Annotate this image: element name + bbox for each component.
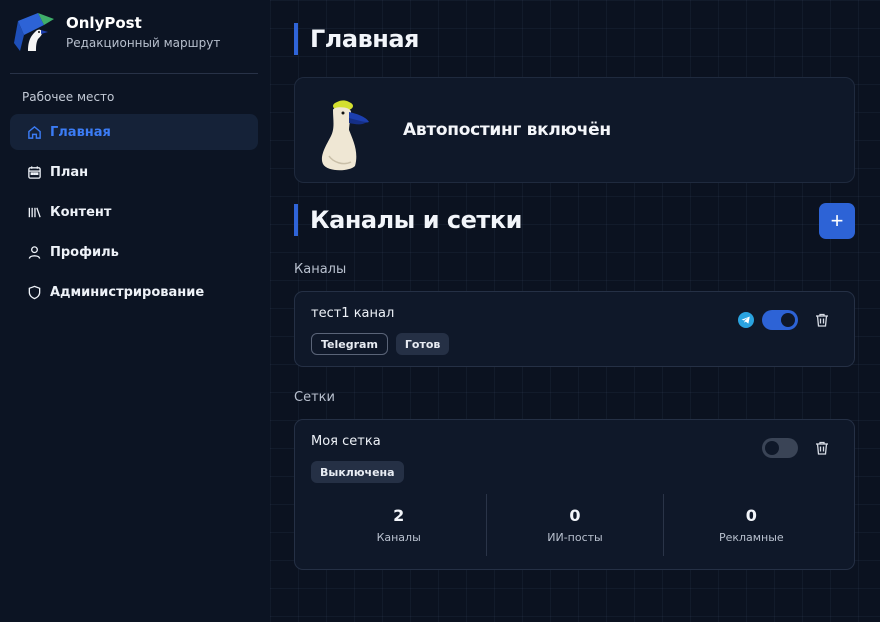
add-channel-button[interactable]: + [819,203,855,239]
sidebar-item-profile[interactable]: Профиль [10,234,258,270]
stat-label: ИИ-посты [547,531,603,544]
sidebar-item-label: План [50,164,89,180]
network-name: Моя сетка [311,434,381,449]
brand[interactable]: OnlyPost Редакционный маршрут [14,13,220,53]
sidebar-nav: Главная План Контент Профиль Администрир… [10,114,258,314]
workspace-label: Рабочее место [22,90,115,104]
stat-channels: 2 Каналы [311,494,488,556]
channel-toggle[interactable] [762,310,798,330]
stat-label: Рекламные [718,531,784,544]
sidebar-item-content[interactable]: Контент [10,194,258,230]
shield-icon [26,284,42,300]
section-title: Каналы и сетки [294,204,522,236]
trash-icon[interactable] [814,440,830,456]
stat-ai-posts: 0 ИИ-посты [487,494,664,556]
network-card[interactable]: Моя сетка Выключена 2 Каналы 0 ИИ-посты … [294,419,855,570]
channels-label: Каналы [294,262,347,277]
sidebar-item-label: Профиль [50,244,119,260]
stat-ads: 0 Рекламные [664,494,839,556]
channel-badges: Telegram Готов [311,333,450,355]
home-icon [26,124,42,140]
sidebar-item-admin[interactable]: Администрирование [10,274,258,310]
toggle-knob [781,313,795,327]
stat-label: Каналы [376,531,421,544]
stat-value: 0 [745,506,757,525]
sidebar-item-home[interactable]: Главная [10,114,258,150]
toggle-knob [765,441,779,455]
status-badge: Готов [395,333,450,355]
status-badge: Выключена [311,461,404,483]
autopost-status-text: Автопостинг включён [403,120,611,140]
sidebar-item-label: Контент [50,204,112,220]
networks-label: Сетки [294,390,335,405]
channel-name: тест1 канал [311,306,395,321]
autopost-status-card: Автопостинг включён [294,77,855,183]
main-content: Главная Автопостинг включён Каналы и сет… [270,0,880,622]
platform-badge: Telegram [311,333,388,355]
sidebar: OnlyPost Редакционный маршрут Рабочее ме… [0,0,270,622]
stat-value: 0 [569,506,581,525]
network-toggle[interactable] [762,438,798,458]
stat-value: 2 [393,506,405,525]
user-icon [26,244,42,260]
goose-logo-icon [14,13,54,51]
sidebar-item-label: Администрирование [50,284,205,300]
sidebar-item-plan[interactable]: План [10,154,258,190]
brand-name: OnlyPost [66,14,142,32]
brand-subtitle: Редакционный маршрут [66,36,221,50]
sidebar-item-label: Главная [50,124,111,140]
calendar-icon [26,164,42,180]
page-title: Главная [294,23,419,55]
trash-icon[interactable] [814,312,830,328]
library-icon [26,204,42,220]
goose-mascot-icon [321,100,369,171]
channel-card[interactable]: тест1 канал Telegram Готов [294,291,855,367]
network-badges: Выключена [311,461,404,483]
telegram-icon [738,312,754,328]
network-stats: 2 Каналы 0 ИИ-посты 0 Рекламные [311,494,839,556]
sidebar-divider [10,73,258,74]
